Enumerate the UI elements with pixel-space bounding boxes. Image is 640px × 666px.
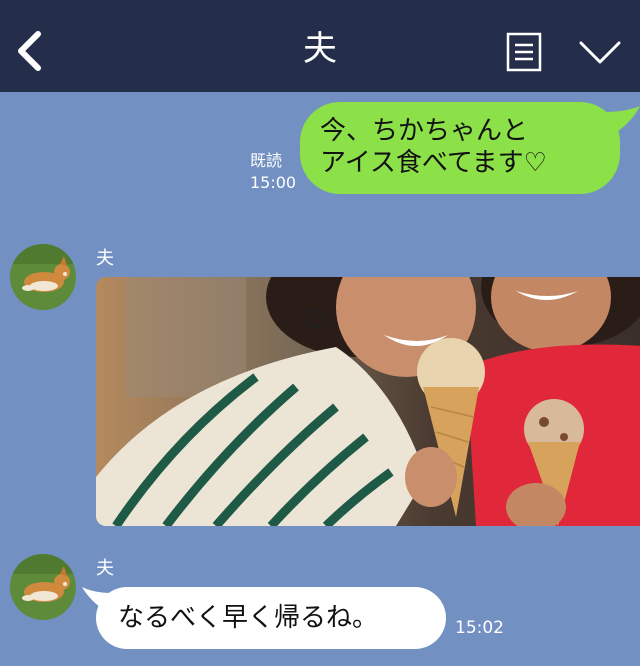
incoming-message-bubble[interactable]: なるべく早く帰るね。 [96,587,446,649]
message-text-line: アイス食べてます♡ [320,148,547,178]
chevron-down-icon[interactable] [578,40,622,66]
avatar[interactable] [10,244,76,310]
sender-name: 夫 [96,558,114,579]
corgi-avatar-image [10,244,76,310]
notes-icon[interactable] [506,32,542,72]
sender-name: 夫 [96,248,114,269]
my-message-bubble[interactable]: 今、ちかちゃんと アイス食べてます♡ [300,102,620,194]
message-time: 15:02 [455,618,504,638]
avatar[interactable] [10,554,76,620]
message-meta: 既読 15:00 [250,150,296,194]
corgi-avatar-image [10,554,76,620]
photo-message[interactable] [96,277,640,526]
read-label: 既読 [250,151,283,170]
chat-title: 夫 [303,29,337,69]
message-time: 15:00 [250,173,297,192]
two-women-eating-ice-cream-image [96,277,640,526]
message-text-line: 今、ちかちゃんと [320,116,529,146]
chat-header: 夫 [0,0,640,92]
